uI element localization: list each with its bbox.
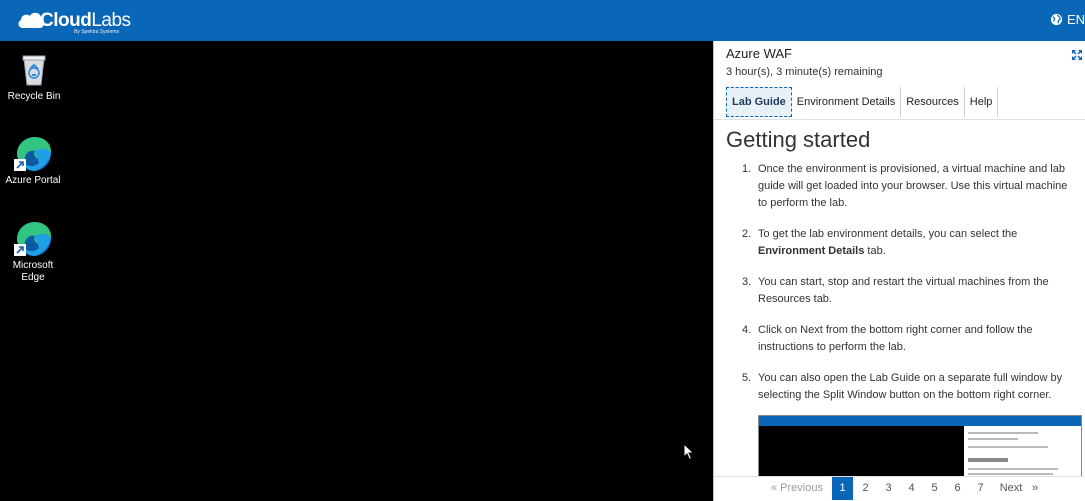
desktop-icon-microsoft-edge[interactable]: Microsoft Edge	[1, 218, 65, 284]
recycle-bin-icon	[14, 49, 54, 89]
list-item: 5. You can also open the Lab Guide on a s…	[742, 372, 1063, 401]
expand-icon[interactable]	[1071, 49, 1083, 61]
list-item: 1. Once the environment is provisioned, a…	[742, 163, 1068, 209]
page-button-3[interactable]: 3	[878, 477, 899, 500]
tab-environment-details[interactable]: Environment Details	[792, 87, 902, 117]
lab-guide-panel: Azure WAF 3 hour(s), 3 minute(s) remaini…	[713, 41, 1085, 501]
lab-title: Azure WAF	[726, 46, 792, 61]
remote-desktop[interactable]: Recycle Bin Azure Portal Microsoft Edge	[0, 41, 713, 501]
page-button-6[interactable]: 6	[947, 477, 968, 500]
tab-lab-guide[interactable]: Lab Guide	[726, 87, 792, 117]
lab-guide-content[interactable]: Getting started 1. Once the environment i…	[714, 121, 1084, 477]
edge-icon	[13, 133, 53, 173]
next-page-button[interactable]: Next	[994, 477, 1028, 500]
brand-subtitle: By Spektra Systems	[74, 29, 120, 35]
mouse-cursor-icon	[683, 443, 695, 461]
desktop-icon-label: Microsoft Edge	[12, 260, 54, 283]
panel-tabs: Lab Guide Environment Details Resources …	[726, 87, 999, 117]
edge-icon	[13, 218, 53, 258]
tab-resources[interactable]: Resources	[901, 87, 965, 117]
tab-help[interactable]: Help	[965, 87, 999, 117]
page-button-4[interactable]: 4	[901, 477, 922, 500]
time-remaining: 3 hour(s), 3 minute(s) remaining	[726, 66, 883, 78]
globe-icon	[1050, 13, 1063, 26]
desktop-icon-azure-portal[interactable]: Azure Portal	[1, 133, 65, 187]
steps-list: 1. Once the environment is provisioned, a…	[742, 161, 1077, 418]
list-item: 2. To get the lab environment details, yo…	[742, 228, 1018, 257]
tabs-divider	[714, 119, 1085, 120]
list-item: 4. Click on Next from the bottom right co…	[742, 324, 1033, 353]
environment-screenshot-image	[758, 415, 1082, 477]
page-button-1[interactable]: 1	[832, 477, 853, 500]
desktop-icon-label: Azure Portal	[5, 175, 61, 186]
page-heading: Getting started	[726, 127, 871, 152]
previous-page-button[interactable]: « Previous	[766, 477, 828, 500]
page-button-7[interactable]: 7	[970, 477, 991, 500]
pagination: « Previous 1 2 3 4 5 6 7 Next »	[714, 476, 1084, 501]
language-selector[interactable]: EN	[1050, 12, 1085, 27]
next-arrow[interactable]: »	[1028, 477, 1042, 500]
list-item: 3. You can start, stop and restart the vi…	[742, 276, 1049, 305]
desktop-icon-recycle-bin[interactable]: Recycle Bin	[2, 49, 66, 103]
top-bar: CloudLabs By Spektra Systems EN	[0, 0, 1085, 41]
language-label: EN	[1066, 12, 1085, 27]
page-button-5[interactable]: 5	[924, 477, 945, 500]
desktop-icon-label: Recycle Bin	[7, 91, 61, 102]
page-button-2[interactable]: 2	[855, 477, 876, 500]
